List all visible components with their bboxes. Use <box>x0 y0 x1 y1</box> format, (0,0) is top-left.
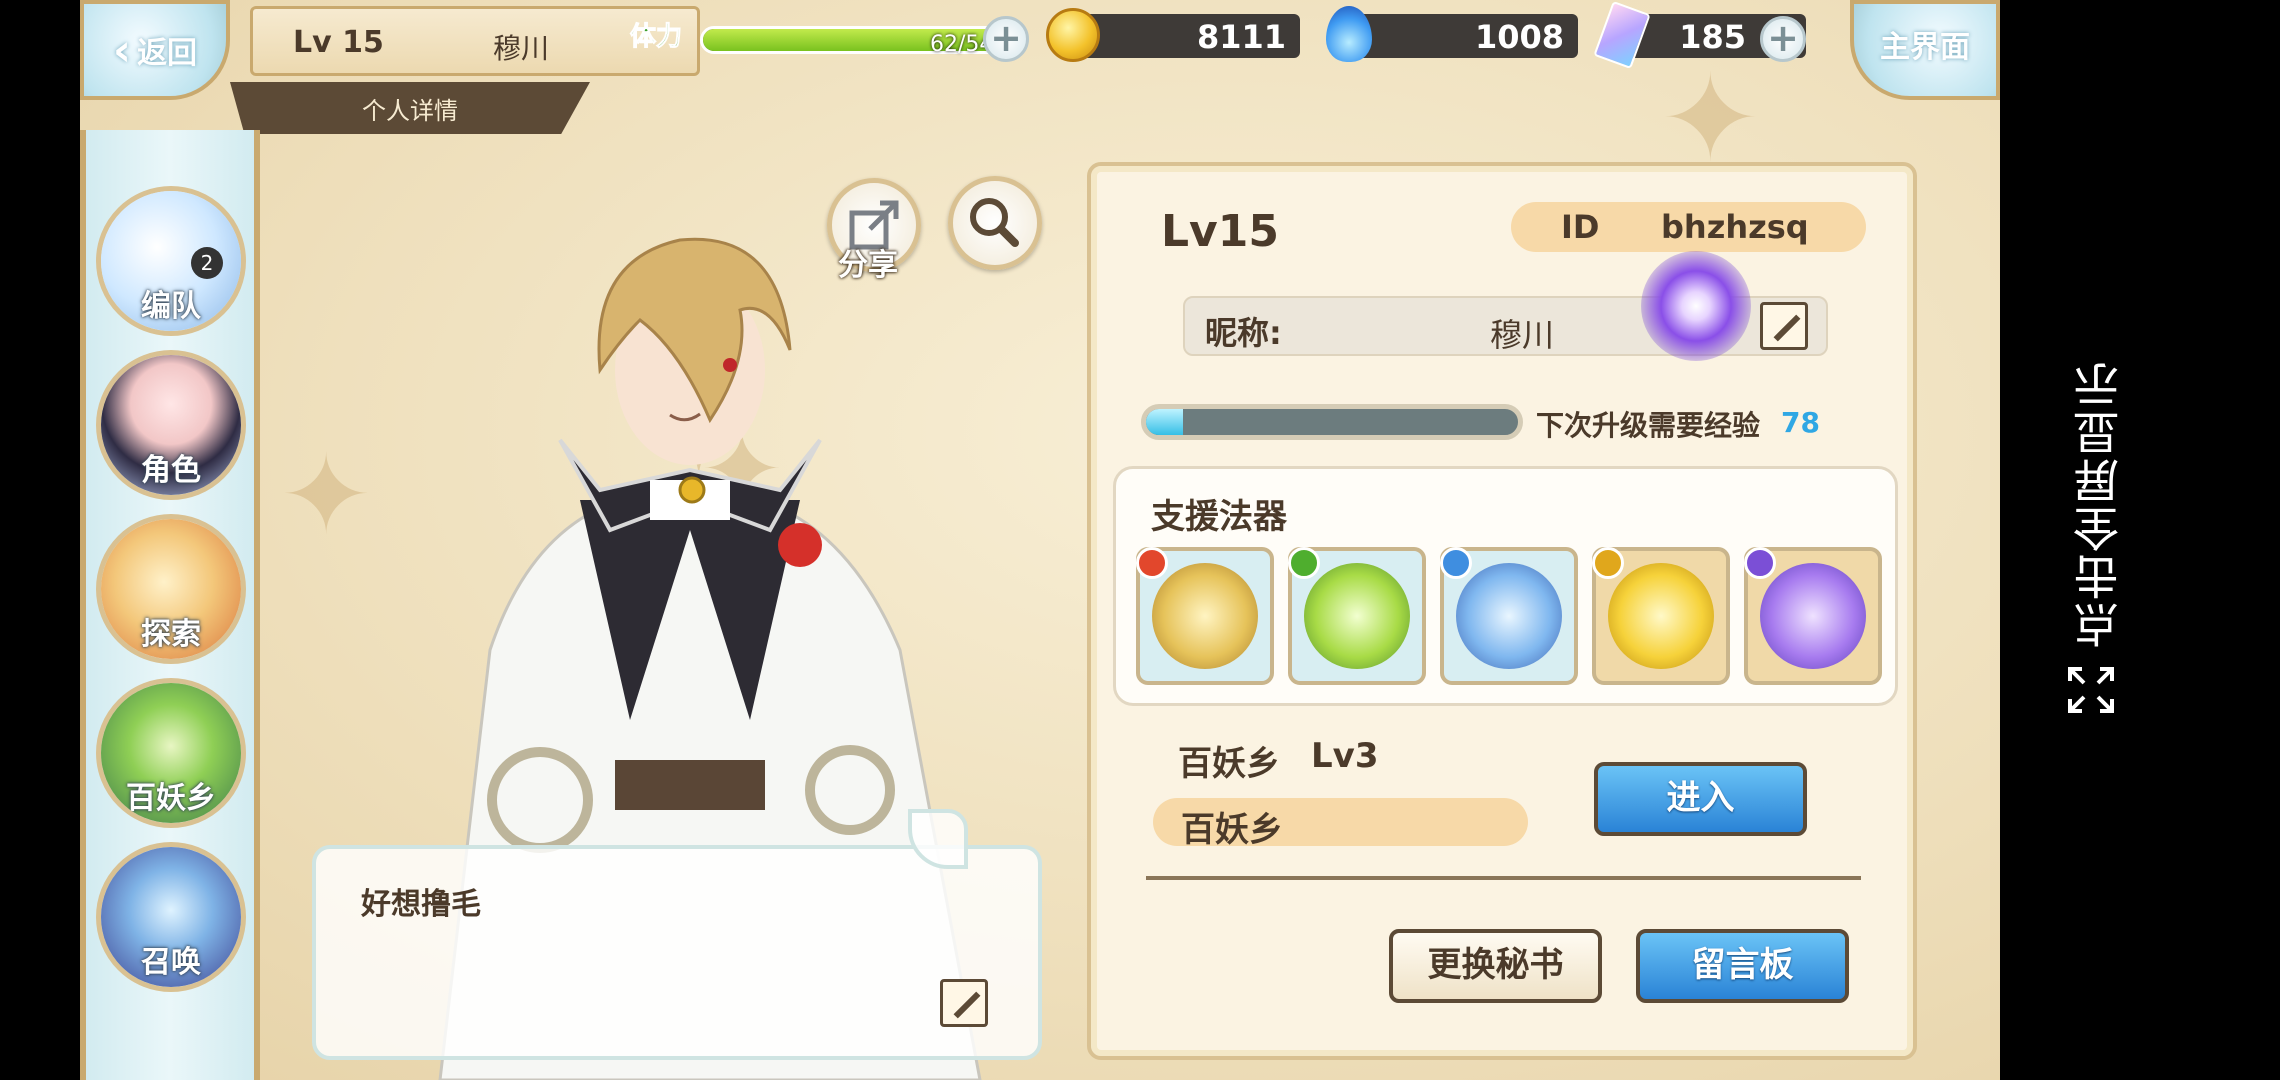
player-level: Lv 15 <box>293 25 384 60</box>
player-id-pill: ID bhzhzsq <box>1511 202 1866 252</box>
exp-fill <box>1146 409 1184 435</box>
sidebar: 2 编队 角色 探索 百妖乡 召唤 <box>80 130 260 1080</box>
exp-bar <box>1141 404 1523 440</box>
panel-divider <box>1146 876 1861 880</box>
edit-speech-icon[interactable] <box>940 979 988 1027</box>
artifact-slot[interactable] <box>1592 547 1730 685</box>
soul-counter: 1008 <box>1326 6 1578 62</box>
golden-orb-artifact-icon <box>1608 563 1714 669</box>
blue-earrings-artifact-icon <box>1456 563 1562 669</box>
add-crystal-button[interactable]: + <box>1760 16 1806 62</box>
speech-tail <box>908 809 968 869</box>
id-label: ID <box>1561 208 1600 246</box>
sidebar-item-team[interactable]: 2 编队 <box>96 186 246 336</box>
speech-text: 好想撸毛 <box>361 887 481 922</box>
purple-stars-artifact-icon <box>1760 563 1866 669</box>
blue-flame-icon <box>1326 6 1372 62</box>
element-badge-icon <box>1744 547 1776 579</box>
sidebar-item-summon[interactable]: 召唤 <box>96 842 246 992</box>
search-icon <box>970 198 1019 247</box>
gold-value: 8111 <box>1196 18 1286 56</box>
exp-label: 下次升级需要经验 <box>1536 409 1761 442</box>
panel-level: Lv15 <box>1161 206 1279 257</box>
add-stamina-button[interactable]: + <box>983 16 1029 62</box>
game-screen: ✦ ✦ ✦ ✦ ‹ 返回 Lv 15 穆川 个人详情 体力 62/54 + 81… <box>80 0 2000 1080</box>
support-artifacts-box: 支援法器 <box>1113 466 1898 706</box>
realm-level: Lv3 <box>1311 736 1379 776</box>
realm-pill-label: 百妖乡 <box>1181 810 1283 850</box>
message-board-button[interactable]: 留言板 <box>1636 929 1849 1003</box>
nickname-value: 穆川 <box>1490 316 1555 354</box>
expand-icon <box>2068 667 2114 713</box>
sidebar-item-characters[interactable]: 角色 <box>96 350 246 500</box>
sidebar-item-explore[interactable]: 探索 <box>96 514 246 664</box>
chevron-left-icon: ‹ <box>112 24 132 76</box>
gold-counter: 8111 <box>1046 8 1300 62</box>
sidebar-item-label: 探索 <box>141 617 201 652</box>
edit-nickname-icon[interactable] <box>1760 302 1808 350</box>
artifact-slot[interactable] <box>1288 547 1426 685</box>
team-count-badge: 2 <box>191 247 223 279</box>
player-name: 穆川 <box>493 32 550 65</box>
artifact-slot[interactable] <box>1136 547 1274 685</box>
fullscreen-hint[interactable]: 点击全屏显示 <box>2030 360 2150 740</box>
sidebar-item-label: 角色 <box>141 453 201 488</box>
glowing-orb-decoration <box>1641 251 1751 361</box>
green-blade-artifact-icon <box>1304 563 1410 669</box>
support-artifacts-title: 支援法器 <box>1151 497 1287 537</box>
element-badge-icon <box>1136 547 1168 579</box>
fullscreen-hint-text: 点击全屏显示 <box>2072 360 2126 648</box>
crystal-value: 185 <box>1679 18 1746 56</box>
home-button[interactable]: 主界面 <box>1850 0 2000 100</box>
gold-coin-icon <box>1046 8 1100 62</box>
secretary-speech-bubble: 好想撸毛 <box>312 809 1042 1060</box>
exp-value: 78 <box>1781 406 1820 439</box>
artifact-slot[interactable] <box>1440 547 1578 685</box>
share-label: 分享 <box>838 248 898 283</box>
change-secretary-button[interactable]: 更换秘书 <box>1389 929 1602 1003</box>
artifact-slot[interactable] <box>1744 547 1882 685</box>
player-info-panel: Lv15 ID bhzhzsq 昵称: 穆川 下次升级需要经验 78 支援法器 … <box>1087 162 1917 1060</box>
top-bar: ‹ 返回 Lv 15 穆川 个人详情 体力 62/54 + 8111 1008 … <box>80 0 2000 134</box>
enter-button[interactable]: 进入 <box>1594 762 1807 836</box>
search-button[interactable] <box>948 176 1042 270</box>
golden-rings-artifact-icon <box>1152 563 1258 669</box>
crystal-icon <box>1593 0 1651 70</box>
back-label: 返回 <box>137 36 198 71</box>
soul-value: 1008 <box>1474 18 1564 56</box>
nickname-label: 昵称: <box>1205 314 1282 352</box>
element-badge-icon <box>1592 547 1624 579</box>
personal-details-tab[interactable]: 个人详情 <box>230 82 590 134</box>
stamina-bar: 体力 62/54 <box>629 10 1030 68</box>
realm-name: 百妖乡 <box>1178 744 1280 784</box>
realm-pill: 百妖乡 <box>1153 798 1528 850</box>
sidebar-item-yokai-village[interactable]: 百妖乡 <box>96 678 246 828</box>
stamina-label: 体力 <box>629 22 683 53</box>
back-button[interactable]: ‹ 返回 <box>80 0 230 100</box>
sparkle-decoration: ✦ <box>280 431 373 559</box>
element-badge-icon <box>1288 547 1320 579</box>
sidebar-item-label: 百妖乡 <box>126 781 216 816</box>
sidebar-item-label: 召唤 <box>141 945 201 980</box>
id-value: bhzhzsq <box>1661 208 1809 246</box>
element-badge-icon <box>1440 547 1472 579</box>
sidebar-item-label: 编队 <box>141 289 201 324</box>
